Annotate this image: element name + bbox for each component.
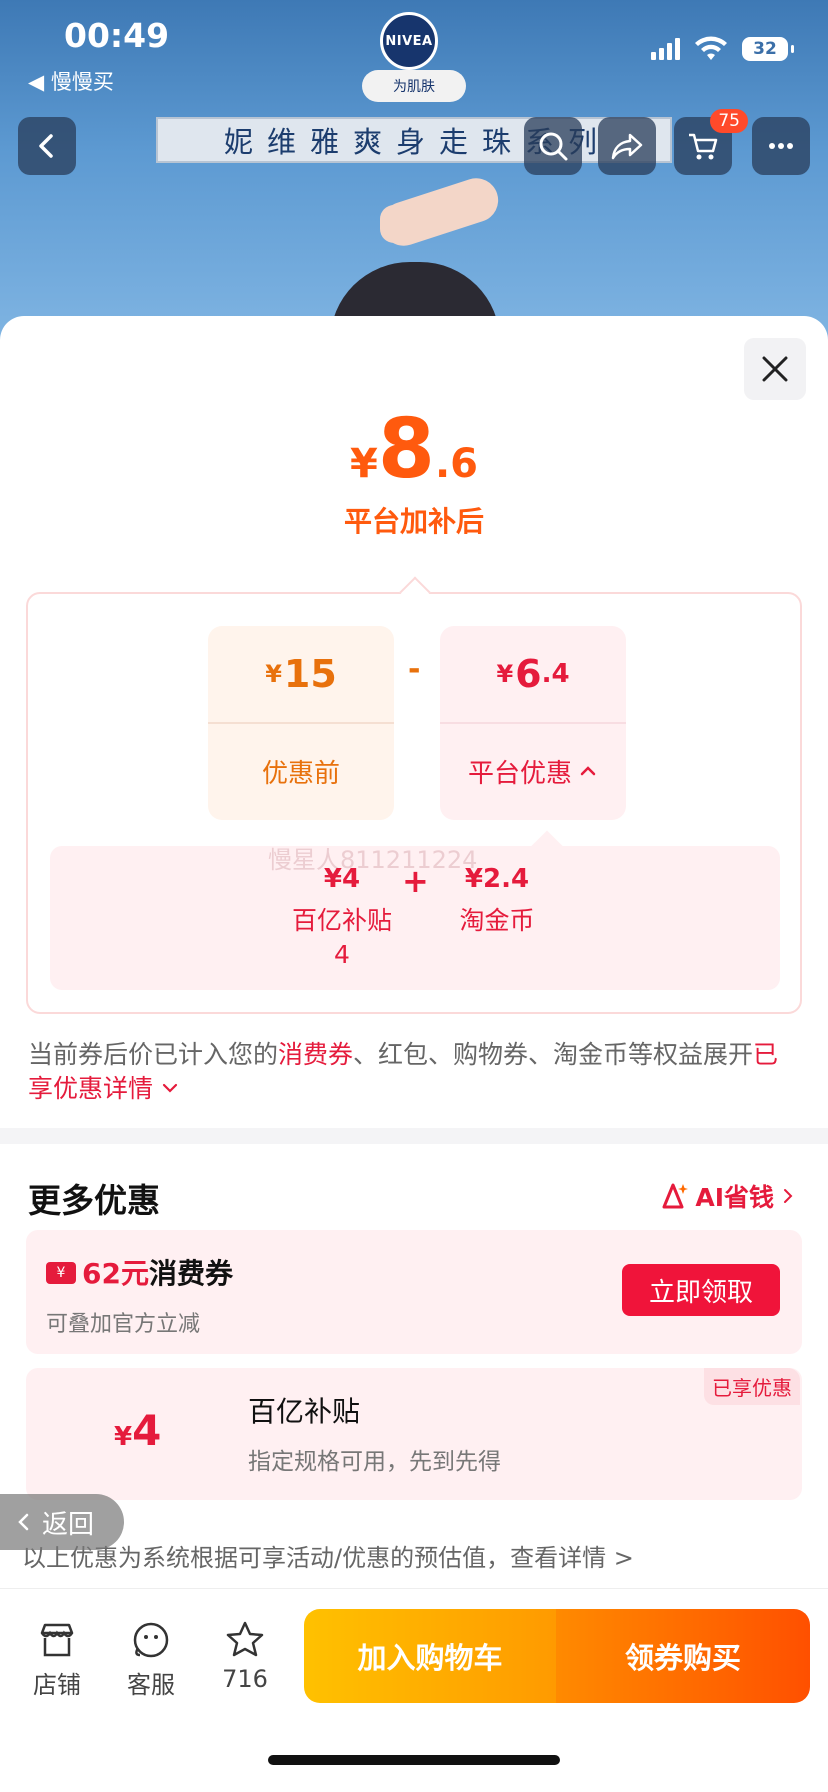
- final-price: ¥8.6: [0, 402, 828, 497]
- service-label: 客服: [127, 1671, 175, 1699]
- favorite-count: 716: [222, 1665, 268, 1693]
- platform-label: 平台优惠: [467, 758, 572, 789]
- wifi-icon: [695, 36, 727, 60]
- series-strip: 妮维雅爽身走珠系列: [156, 117, 672, 163]
- breakdown-subsidy-value: ¥4: [323, 864, 361, 894]
- final-price-decimal: .6: [434, 441, 478, 487]
- more-icon: [769, 143, 793, 149]
- consumer-coupon-card: ¥ 62元消费券 可叠加官方立减 立即领取: [26, 1230, 802, 1354]
- battery-indicator: 32: [742, 37, 794, 61]
- cart-badge: 75: [710, 109, 748, 133]
- chevron-left-icon: [39, 134, 53, 158]
- signal-icon: [651, 38, 680, 60]
- price-before-pill: ¥15 优惠前: [208, 626, 394, 820]
- floating-back-label: 返回: [42, 1509, 95, 1540]
- chevron-down-icon[interactable]: [161, 1079, 179, 1097]
- breakdown-notch: [531, 830, 563, 862]
- coupon-ticket-icon: ¥: [46, 1262, 76, 1284]
- search-button[interactable]: [524, 117, 582, 175]
- breakdown-subsidy-sub: 4: [334, 940, 350, 969]
- breakdown-subsidy-label: 百亿补贴: [291, 906, 392, 935]
- chevron-left-icon: [18, 1513, 29, 1531]
- ai-save-label: AI省钱: [695, 1183, 774, 1212]
- store-icon: [40, 1623, 74, 1657]
- price-detail-sheet: ¥8.6 平台加补后 ¥15 优惠前 - ¥6.4 平台优惠 慢星人811211…: [0, 316, 828, 1792]
- cart-icon: [689, 133, 718, 160]
- share-icon: [611, 133, 643, 160]
- brand-tag: 为肌肤: [362, 70, 466, 102]
- ai-save-link[interactable]: AI省钱: [661, 1178, 796, 1214]
- note-consumer-coupon: 消费券: [278, 1040, 354, 1069]
- note-text-2: 、红包、购物券、淘金币等权益展开: [353, 1040, 754, 1069]
- share-button[interactable]: [598, 117, 656, 175]
- more-offers-title: 更多优惠: [28, 1181, 160, 1220]
- chevron-right-icon: [784, 1189, 793, 1203]
- status-back-app[interactable]: ◀ 慢慢买: [28, 66, 114, 96]
- search-icon: [539, 132, 568, 161]
- minus-sign: -: [408, 652, 421, 687]
- final-price-label: 平台加补后: [343, 505, 484, 538]
- subsidy-amount: ¥4: [114, 1406, 161, 1455]
- star-icon: [226, 1621, 264, 1657]
- platform-decimal: .4: [541, 659, 570, 689]
- claim-coupon-button[interactable]: 立即领取: [622, 1264, 780, 1316]
- favorite-button[interactable]: 716: [210, 1619, 280, 1693]
- platform-currency: ¥: [496, 660, 514, 688]
- home-indicator[interactable]: [268, 1755, 560, 1765]
- platform-discount-pill[interactable]: ¥6.4 平台优惠: [440, 626, 626, 820]
- service-button[interactable]: 客服: [116, 1619, 186, 1700]
- platform-value: 6: [515, 652, 542, 696]
- note-text-1: 当前券后价已计入您的: [28, 1040, 279, 1069]
- buy-with-coupon-button[interactable]: 领券购买: [556, 1609, 810, 1703]
- ai-sparkle-icon: [662, 1183, 689, 1209]
- coupon-title: 62元消费券: [82, 1252, 233, 1292]
- close-icon: [762, 356, 788, 382]
- status-time: 00:49: [64, 16, 170, 55]
- subsidy-value: 4: [132, 1406, 162, 1455]
- price-calculation: ¥15 优惠前 - ¥6.4 平台优惠 慢星人811211224 ¥4 百亿补贴…: [26, 576, 802, 1014]
- close-button[interactable]: [744, 338, 806, 400]
- bottom-action-bar: 店铺 客服 716 加入购物车 领券购买: [0, 1588, 828, 1792]
- section-divider: [0, 1128, 828, 1144]
- add-to-cart-button[interactable]: 加入购物车: [304, 1609, 556, 1703]
- brand-logo: NIVEA: [380, 12, 438, 70]
- plus-sign: +: [402, 862, 429, 900]
- status-indicators: 32: [651, 36, 794, 62]
- model-hand: [380, 205, 414, 243]
- enjoyed-badge: 已享优惠: [704, 1368, 800, 1405]
- more-button[interactable]: [752, 117, 810, 175]
- back-button[interactable]: [18, 117, 76, 175]
- benefit-note: 当前券后价已计入您的消费券、红包、购物券、淘金币等权益展开已享优惠详情: [28, 1038, 798, 1106]
- floating-back-button[interactable]: 返回: [0, 1494, 124, 1550]
- before-value: 15: [283, 652, 337, 696]
- breakdown-coins: ¥2.4 淘金币: [442, 864, 552, 938]
- before-currency: ¥: [265, 660, 282, 688]
- subsidy-desc: 指定规格可用，先到先得: [248, 1449, 501, 1475]
- store-label: 店铺: [33, 1671, 81, 1699]
- service-icon: [133, 1622, 169, 1658]
- final-price-integer: 8: [377, 402, 435, 497]
- final-price-currency: ¥: [350, 441, 378, 487]
- coupon-desc: 可叠加官方立减: [46, 1312, 201, 1337]
- purchase-buttons: 加入购物车 领券购买: [304, 1609, 810, 1703]
- breakdown-coins-label: 淘金币: [459, 906, 535, 935]
- chevron-up-icon: [580, 766, 596, 776]
- breakdown-subsidy: ¥4 百亿补贴 4: [272, 864, 412, 972]
- before-label: 优惠前: [261, 758, 340, 789]
- store-button[interactable]: 店铺: [22, 1619, 92, 1700]
- subsidy-card: ¥4 百亿补贴 指定规格可用，先到先得 已享优惠: [26, 1368, 802, 1500]
- subsidy-title: 百亿补贴: [248, 1395, 361, 1428]
- cart-button[interactable]: 75: [674, 109, 748, 175]
- calc-notch: [399, 576, 431, 608]
- coupon-amount: 62元: [82, 1257, 149, 1290]
- discount-breakdown: 慢星人811211224 ¥4 百亿补贴 4 + ¥2.4 淘金币: [50, 830, 780, 990]
- breakdown-coins-value: ¥2.4: [464, 864, 530, 894]
- coupon-name: 消费券: [148, 1257, 233, 1290]
- subsidy-currency: ¥: [114, 1422, 133, 1452]
